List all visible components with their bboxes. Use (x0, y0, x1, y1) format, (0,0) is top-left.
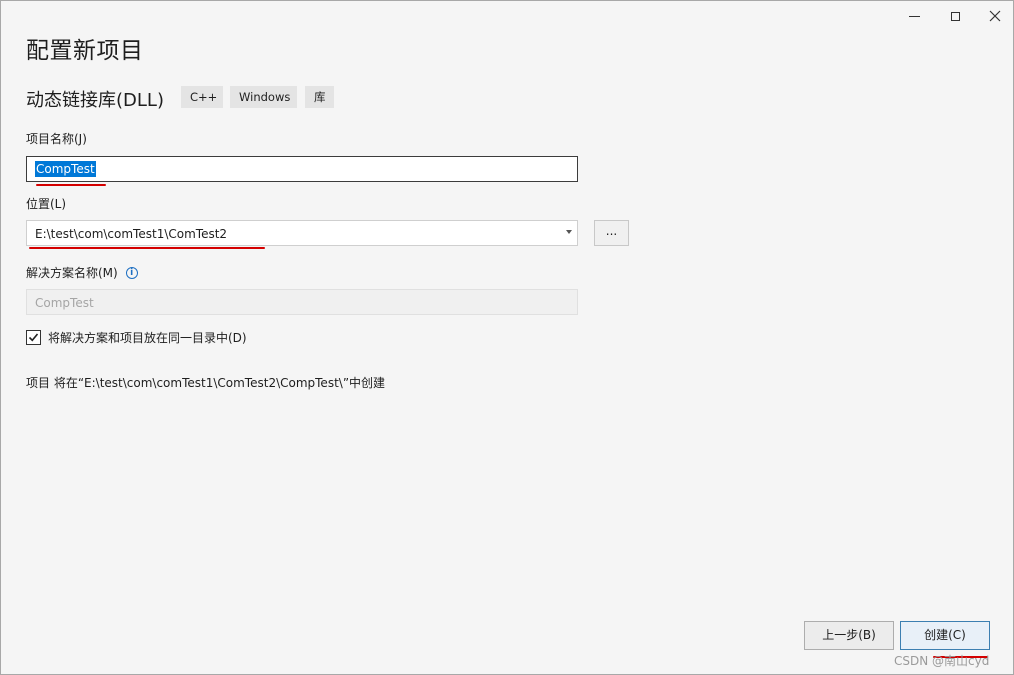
create-button[interactable]: 创建(C) (900, 621, 990, 650)
location-label: 位置(L) (26, 197, 67, 211)
back-button[interactable]: 上一步(B) (804, 621, 894, 650)
project-name-value: CompTest (35, 161, 96, 177)
checkmark-icon (28, 333, 39, 342)
solution-name-label-row: 解决方案名称(M) i (26, 264, 138, 281)
solution-name-label: 解决方案名称(M) (26, 266, 118, 280)
info-icon[interactable]: i (125, 266, 138, 279)
same-dir-label: 将解决方案和项目放在同一目录中(D) (48, 331, 247, 345)
page-title: 配置新项目 (26, 38, 144, 64)
tag-windows: Windows (230, 86, 297, 108)
close-icon[interactable] (980, 5, 1010, 27)
solution-name-input: CompTest (26, 289, 578, 315)
location-combobox[interactable]: E:\test\com\comTest1\ComTest2 (26, 220, 578, 246)
project-name-label: 项目名称(J) (26, 132, 87, 146)
annotation-underline-location (29, 247, 265, 249)
creation-path-note: 项目 将在“E:\test\com\comTest1\ComTest2\Comp… (26, 376, 386, 390)
dialog-window: 配置新项目 动态链接库(DLL) C++ Windows 库 项目名称(J) C… (0, 0, 1014, 675)
annotation-underline-name (36, 184, 106, 186)
same-dir-checkbox[interactable] (26, 330, 41, 345)
solution-name-value: CompTest (35, 296, 94, 310)
browse-button[interactable]: ... (594, 220, 629, 246)
tag-library: 库 (305, 86, 334, 108)
watermark: CSDN @南山cyd (894, 654, 990, 668)
template-name: 动态链接库(DLL) (26, 90, 164, 111)
minimize-icon[interactable] (899, 5, 929, 27)
maximize-icon[interactable] (940, 5, 970, 27)
tag-cpp: C++ (181, 86, 223, 108)
project-name-input[interactable]: CompTest (26, 156, 578, 182)
same-dir-option[interactable]: 将解决方案和项目放在同一目录中(D) (26, 329, 247, 346)
location-value: E:\test\com\comTest1\ComTest2 (35, 227, 228, 241)
chevron-down-icon[interactable] (566, 230, 572, 234)
